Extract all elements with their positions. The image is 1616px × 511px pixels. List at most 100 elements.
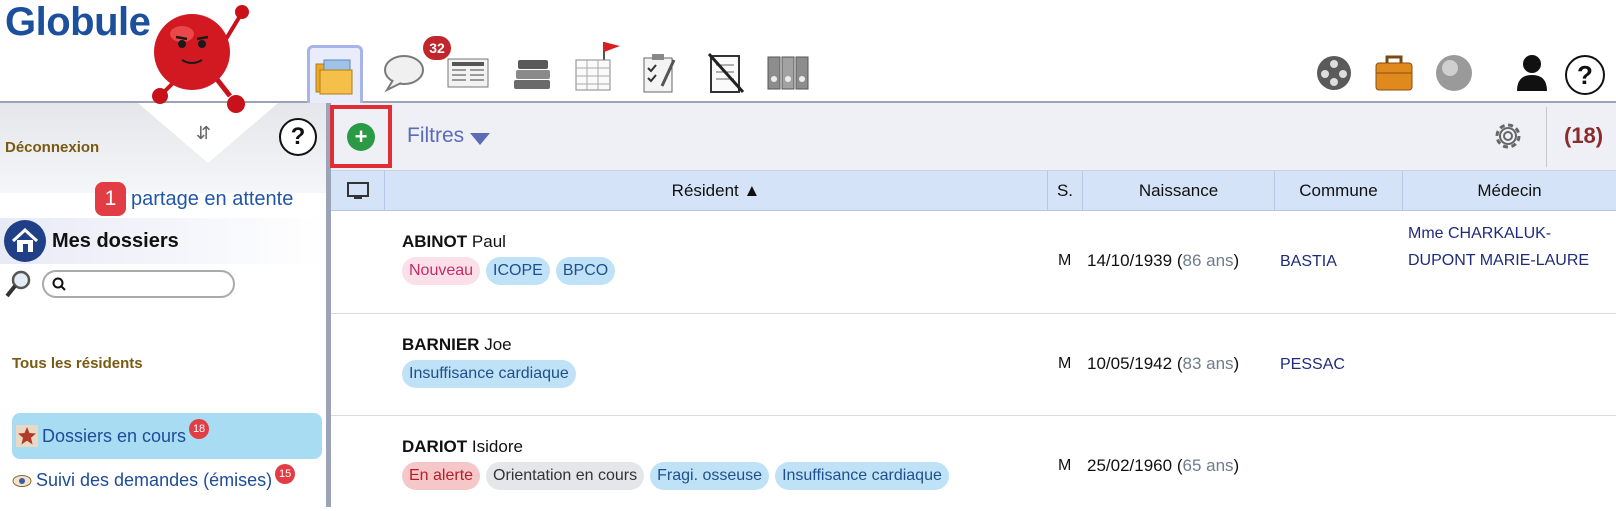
resident-first-name: Paul — [471, 232, 506, 251]
user-icon — [1517, 55, 1547, 91]
resident-name[interactable]: ABINOT Paul — [402, 232, 506, 252]
age: 86 ans — [1182, 251, 1234, 270]
pending-shares[interactable]: 1 partage en attente — [95, 182, 293, 216]
calendar-icon — [575, 42, 620, 91]
sidebar-item-dossiers-en-cours[interactable]: Dossiers en cours 18 — [12, 413, 322, 459]
tool-archives[interactable] — [760, 46, 816, 100]
tag: Insuffisance cardiaque — [775, 462, 949, 490]
resident-sex: M — [1058, 252, 1072, 269]
grey-ball-icon — [1436, 55, 1472, 91]
tool-dossiers[interactable] — [307, 45, 363, 103]
resident-name[interactable]: DARIOT Isidore — [402, 437, 523, 457]
search-icon — [52, 277, 66, 291]
birth-date: 25/02/1960 — [1087, 456, 1173, 475]
top-header: Globule 32 ? — [0, 0, 1616, 113]
tag: Orientation en cours — [486, 462, 645, 490]
tool-account[interactable] — [1504, 46, 1560, 100]
table-row[interactable]: DARIOT Isidore En alerte Orientation en … — [331, 416, 1616, 511]
binders-icon — [767, 56, 809, 90]
resident-name[interactable]: BARNIER Joe — [402, 335, 512, 355]
collapse-handle-icon[interactable]: ⇵ — [196, 123, 211, 144]
resident-commune: PESSAC — [1280, 356, 1345, 373]
clipboard-icon — [643, 54, 676, 93]
folder-icon — [315, 59, 353, 94]
resident-commune: BASTIA — [1280, 253, 1337, 270]
resident-birth: 25/02/1960 (65 ans) — [1087, 456, 1240, 475]
mes-dossiers-header[interactable]: Mes dossiers — [0, 218, 326, 264]
column-header-resident[interactable]: Résident ▲ — [385, 171, 1048, 211]
filters-label: Filtres — [407, 124, 465, 147]
add-resident-button[interactable]: + — [347, 122, 375, 151]
pending-shares-label[interactable]: partage en attente — [131, 188, 293, 211]
monitor-icon — [346, 182, 369, 199]
tag: Insuffisance cardiaque — [402, 360, 576, 388]
suivi-demandes-label: Suivi des demandes (émises) — [36, 470, 273, 490]
magnifier-icon — [5, 270, 31, 298]
logout-link[interactable]: Déconnexion — [5, 139, 99, 156]
toolbar-divider — [1546, 107, 1547, 167]
resident-sex: M — [1058, 355, 1072, 372]
list-toolbar: + Filtres (18) — [330, 103, 1616, 171]
dossiers-en-cours-label: Dossiers en cours — [42, 425, 187, 446]
tag: ICOPE — [486, 257, 550, 285]
sidebar-help-icon[interactable]: ? — [279, 118, 317, 156]
table-header: Résident ▲ S. Naissance Commune Médecin — [331, 171, 1616, 211]
help-icon[interactable]: ? — [1565, 55, 1605, 95]
resident-birth: 14/10/1939 (86 ans) — [1087, 251, 1240, 270]
age: 83 ans — [1182, 354, 1234, 373]
tag: BPCO — [555, 257, 616, 285]
table-row[interactable]: ABINOT Paul Nouveau ICOPE BPCO M 14/10/1… — [331, 211, 1616, 314]
search-input[interactable] — [71, 276, 221, 292]
messages-count-badge: 32 — [423, 36, 451, 60]
search-field[interactable] — [42, 270, 235, 298]
tool-calendar[interactable] — [570, 42, 626, 100]
resident-tags: Insuffisance cardiaque — [402, 360, 582, 388]
column-header-birth[interactable]: Naissance — [1083, 171, 1275, 211]
table-row[interactable]: BARNIER Joe Insuffisance cardiaque M 10/… — [331, 314, 1616, 416]
tool-notes[interactable] — [697, 46, 753, 100]
tool-messages[interactable] — [376, 46, 432, 100]
resident-sex: M — [1058, 457, 1072, 474]
mascot-logo — [152, 5, 249, 113]
resident-first-name: Isidore — [471, 437, 523, 456]
tool-evaluation[interactable] — [632, 46, 688, 100]
filters-toggle[interactable]: Filtres — [407, 124, 491, 148]
resident-last-name: ABINOT — [402, 232, 468, 251]
resident-first-name: Joe — [484, 335, 512, 354]
resident-tags: En alerte Orientation en cours Fragi. os… — [402, 462, 955, 490]
dossiers-en-cours-count: 18 — [189, 419, 210, 439]
newspaper-icon — [447, 58, 489, 88]
books-icon — [514, 60, 550, 89]
column-header-sex[interactable]: S. — [1048, 171, 1083, 211]
tool-media[interactable] — [1306, 46, 1362, 100]
sidebar-search — [4, 269, 235, 299]
column-header-doctor[interactable]: Médecin — [1403, 171, 1616, 211]
all-residents-link[interactable]: Tous les résidents — [12, 355, 143, 372]
resident-doctor: Mme CHARKALUK-DUPONT MARIE-LAURE — [1408, 225, 1590, 269]
tag: En alerte — [402, 462, 481, 490]
tag: Nouveau — [402, 257, 481, 285]
home-icon — [4, 220, 46, 262]
birth-date: 14/10/1939 — [1087, 251, 1173, 270]
resident-last-name: BARNIER — [402, 335, 480, 354]
resident-tags: Nouveau ICOPE BPCO — [402, 257, 621, 285]
resident-last-name: DARIOT — [402, 437, 468, 456]
suivi-demandes-count: 15 — [275, 463, 296, 484]
birth-date: 10/05/1942 — [1087, 354, 1173, 373]
age: 65 ans — [1182, 456, 1234, 475]
tool-library[interactable] — [504, 46, 560, 100]
column-header-commune[interactable]: Commune — [1275, 171, 1403, 211]
column-display-toggle[interactable] — [331, 171, 385, 211]
app-logo[interactable]: Globule — [5, 0, 151, 45]
gear-icon[interactable] — [1491, 119, 1525, 153]
resident-birth: 10/05/1942 (83 ans) — [1087, 354, 1240, 373]
pending-shares-badge: 1 — [95, 182, 126, 216]
result-count: (18) — [1564, 123, 1604, 148]
caret-down-icon — [470, 133, 491, 145]
tool-briefcase[interactable] — [1366, 46, 1422, 100]
sidebar-item-suivi-demandes[interactable]: Suivi des demandes (émises) 15 — [12, 463, 296, 491]
tool-status[interactable] — [1426, 46, 1482, 100]
sidebar: Déconnexion ⇵ ? 1 partage en attente Mes… — [0, 103, 328, 507]
notepad-icon — [707, 52, 745, 94]
tag: Fragi. osseuse — [650, 462, 770, 490]
